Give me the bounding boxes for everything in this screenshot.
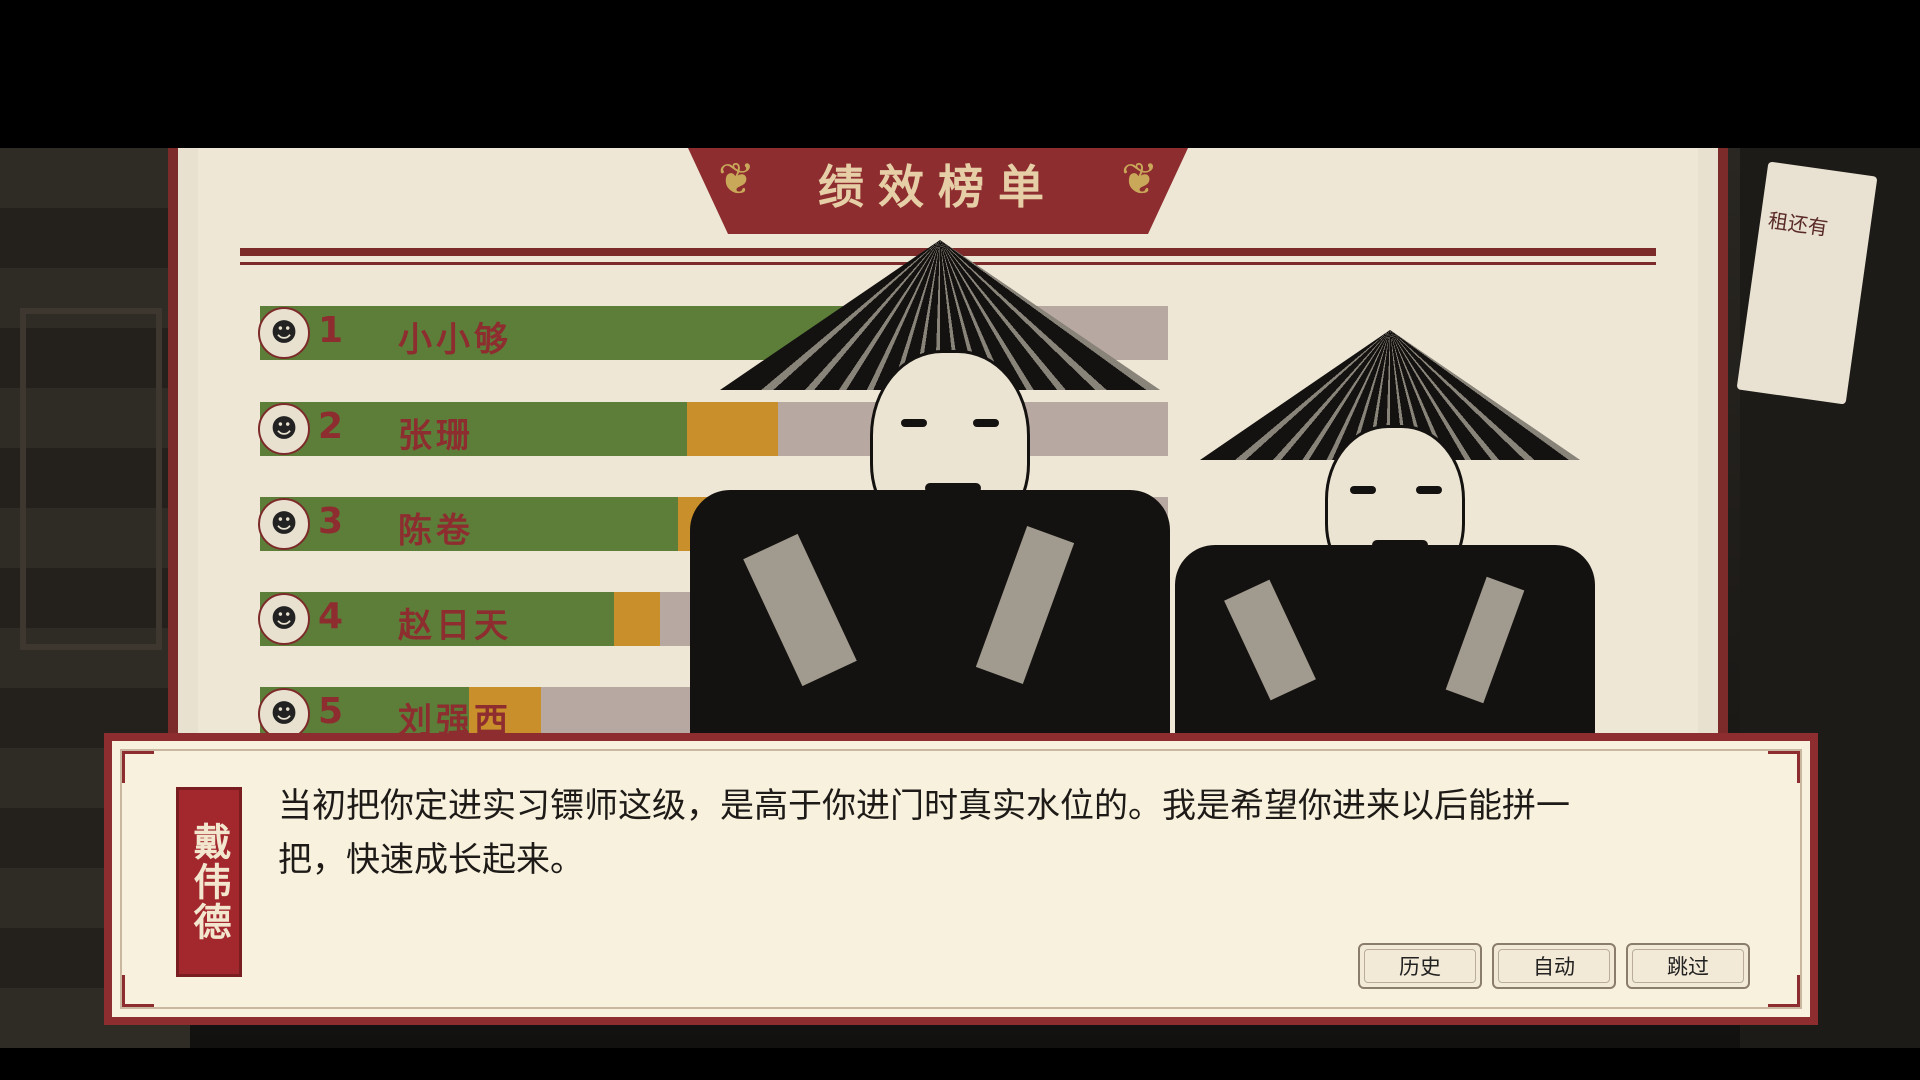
speaker-tag: 戴伟德 (176, 787, 242, 977)
rank-name: 小小够 (398, 320, 512, 360)
robe (1175, 545, 1595, 734)
dialog-line-2: 把，快速成长起来。 (278, 840, 584, 880)
character-daiweide (690, 240, 1190, 734)
character-companion (1175, 330, 1605, 734)
laurel-right-icon: ❦ (1121, 154, 1158, 205)
avatar-icon: ☻ (258, 307, 310, 359)
rank-name: 赵日天 (398, 606, 512, 646)
dialog-box[interactable]: 戴伟德 当初把你定进实习镖师这级，是高于你进门时真实水位的。我是希望你进来以后能… (104, 733, 1818, 1025)
score-bar-yellow (614, 592, 660, 646)
rank-number: 3 (318, 501, 344, 542)
rank-number: 4 (318, 596, 344, 637)
calendar-text: 租还有 (1766, 208, 1830, 241)
speaker-name: 戴伟德 (187, 822, 231, 942)
dialog-line-1: 当初把你定进实习镖师这级，是高于你进门时真实水位的。我是希望你进来以后能拼一 (278, 786, 1570, 826)
avatar-icon: ☻ (258, 498, 310, 550)
auto-button[interactable]: 自动 (1492, 943, 1616, 989)
avatar-icon: ☻ (258, 403, 310, 455)
skip-button[interactable]: 跳过 (1626, 943, 1750, 989)
leaderboard-banner: ❦ 绩效榜单 ❦ (688, 148, 1188, 234)
avatar-icon: ☻ (258, 593, 310, 645)
history-button[interactable]: 历史 (1358, 943, 1482, 989)
leaderboard-title: 绩效榜单 (818, 160, 1058, 214)
rank-name: 张珊 (398, 416, 474, 456)
dialog-text: 当初把你定进实习镖师这级，是高于你进门时真实水位的。我是希望你进来以后能拼一 把… (278, 779, 1698, 887)
rank-name: 陈卷 (398, 511, 474, 551)
robe (690, 490, 1170, 734)
rank-number: 1 (318, 310, 344, 351)
rank-number: 2 (318, 406, 344, 447)
rank-number: 5 (318, 691, 344, 732)
